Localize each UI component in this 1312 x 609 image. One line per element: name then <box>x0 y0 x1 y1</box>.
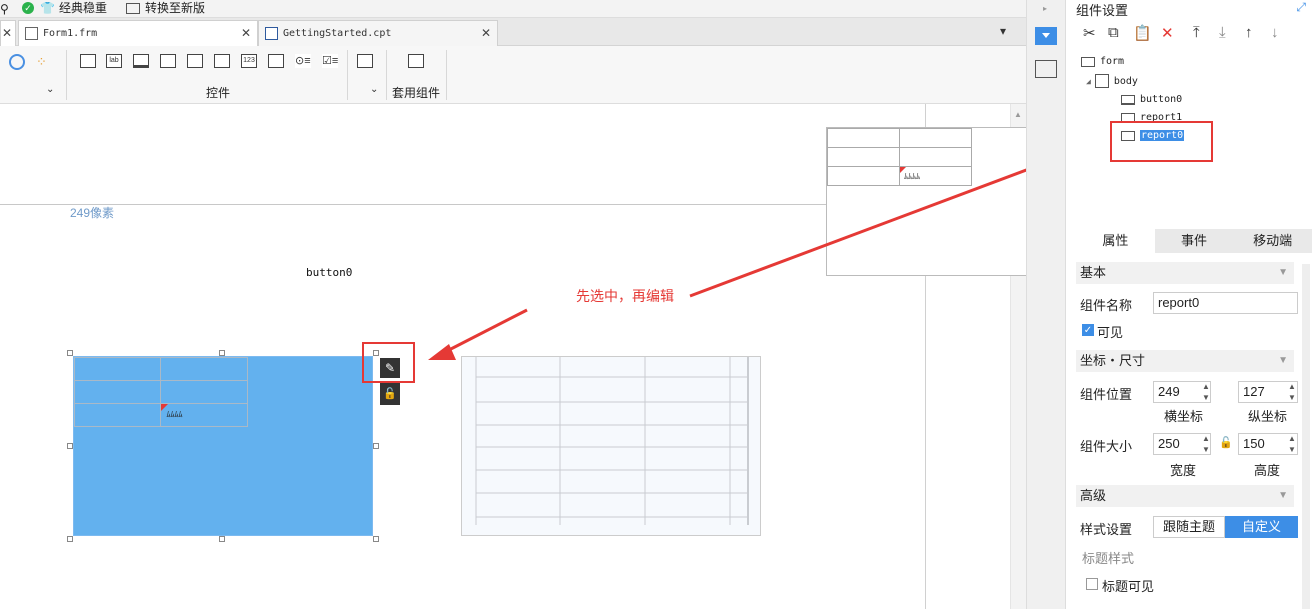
section-advanced[interactable]: 高级 ▼ <box>1076 485 1294 507</box>
component-settings-panel: 组件设置 ⤢ ✂ ⧉ 📋 ✕ ⤒ ⤓ ↑ ↓ form ◢ body butto… <box>1066 0 1312 609</box>
tab-events[interactable]: 事件 <box>1155 229 1234 253</box>
panel-title: 组件设置 <box>1076 3 1129 18</box>
form-icon <box>1081 56 1095 67</box>
move-up-icon[interactable]: ↑ <box>1245 24 1253 41</box>
side-rail: ▸ <box>1026 0 1066 609</box>
position-label: 组件位置 <box>1080 387 1133 402</box>
panel-toolbar: ✂ ⧉ 📋 ✕ ⤒ ⤓ ↑ ↓ <box>1066 20 1312 46</box>
height-stepper[interactable]: ▲ ▼ <box>1286 433 1298 455</box>
title-visible-label: 标题可见 <box>1102 579 1155 594</box>
report0-highlight <box>1110 121 1213 162</box>
move-bottom-icon[interactable]: ⤓ <box>1219 24 1226 41</box>
panel-scrollbar[interactable] <box>1302 264 1310 609</box>
button-icon <box>1121 94 1135 105</box>
width-caption: 宽度 <box>1170 463 1197 478</box>
title-style-label: 标题样式 <box>1082 551 1135 566</box>
tree-item-form[interactable]: form <box>1081 56 1124 67</box>
expand-corner-icon[interactable]: ⤢ <box>1296 0 1306 15</box>
component-name-field[interactable]: report0 <box>1153 292 1298 314</box>
body-icon <box>1094 74 1109 88</box>
width-stepper[interactable]: ▲ ▼ <box>1200 433 1212 455</box>
component-settings-tab-icon[interactable] <box>1035 27 1057 45</box>
style-custom-button[interactable]: 自定义 <box>1225 516 1298 538</box>
cut-icon[interactable]: ✂ <box>1083 24 1096 42</box>
copy-icon[interactable]: ⧉ <box>1108 24 1119 41</box>
delete-icon[interactable]: ✕ <box>1161 24 1174 42</box>
tree-item-body[interactable]: ◢ body <box>1086 74 1138 88</box>
visible-checkbox[interactable]: ✓ <box>1082 324 1094 336</box>
paste-icon[interactable]: 📋 <box>1133 24 1152 42</box>
style-setting-label: 样式设置 <box>1080 522 1133 537</box>
move-top-icon[interactable]: ⤒ <box>1193 24 1200 41</box>
expand-arrow-icon[interactable]: ▸ <box>1043 4 1047 13</box>
section-basic[interactable]: 基本 ▼ <box>1076 262 1294 284</box>
component-name-label: 组件名称 <box>1080 298 1133 313</box>
tree-item-button0[interactable]: button0 <box>1121 94 1182 105</box>
chevron-down-icon: ▼ <box>1278 267 1288 278</box>
tab-properties[interactable]: 属性 <box>1076 229 1155 253</box>
position-x-stepper[interactable]: ▲ ▼ <box>1200 381 1212 403</box>
chevron-down-icon: ▼ <box>1278 355 1288 366</box>
layout-panel-icon[interactable] <box>1035 60 1057 78</box>
section-coords[interactable]: 坐标・尺寸 ▼ <box>1076 350 1294 372</box>
x-caption: 横坐标 <box>1164 409 1204 424</box>
aspect-lock-icon[interactable]: 🔓 <box>1219 436 1233 449</box>
style-follow-theme-button[interactable]: 跟随主题 <box>1153 516 1225 538</box>
move-down-icon[interactable]: ↓ <box>1271 24 1279 41</box>
visible-label: 可见 <box>1097 325 1124 340</box>
size-label: 组件大小 <box>1080 439 1133 454</box>
property-tabs: 属性 事件 移动端 <box>1076 229 1312 253</box>
height-caption: 高度 <box>1254 463 1281 478</box>
tab-mobile[interactable]: 移动端 <box>1233 229 1312 253</box>
chevron-down-icon: ▼ <box>1278 490 1288 501</box>
y-caption: 纵坐标 <box>1248 409 1288 424</box>
position-y-stepper[interactable]: ▲ ▼ <box>1286 381 1298 403</box>
title-visible-checkbox[interactable] <box>1086 578 1098 590</box>
collapse-arrow-icon[interactable]: ◢ <box>1086 77 1091 86</box>
